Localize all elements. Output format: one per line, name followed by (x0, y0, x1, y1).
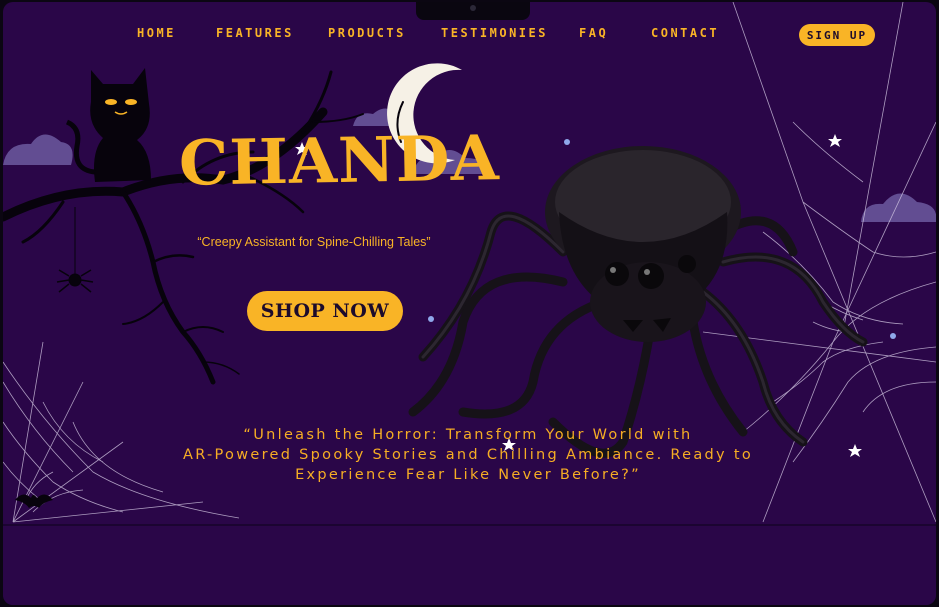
nav-products[interactable]: Products (328, 26, 406, 40)
nav-home[interactable]: Home (137, 26, 176, 40)
top-navigation: Home Features Products Testimonies FAQ C… (3, 24, 936, 48)
hero-description-line: AR-Powered Spooky Stories and Chilling A… (182, 447, 753, 463)
tree-branch (3, 70, 404, 385)
camera-notch (416, 2, 530, 20)
nav-contact[interactable]: Contact (651, 26, 719, 40)
small-spider-icon (56, 207, 94, 293)
hero-tagline: “Creepy Assistant for Spine-Chilling Tal… (197, 235, 431, 249)
camera-dot (470, 5, 476, 11)
hero-illustration (3, 2, 936, 605)
cat-icon (65, 68, 151, 182)
hero-description: “Unleash the Horror: Transform Your Worl… (153, 425, 783, 485)
brand-title: CHANDA (178, 121, 501, 200)
next-section (3, 524, 936, 605)
nav-faq[interactable]: FAQ (579, 26, 608, 40)
shop-now-button[interactable]: SHOP NOW (247, 291, 403, 331)
hero-description-line: Experience Fear Like Never Before?” (295, 467, 641, 483)
nav-testimonies[interactable]: Testimonies (441, 26, 548, 40)
nav-features[interactable]: Features (216, 26, 294, 40)
hero-description-line: “Unleash the Horror: Transform Your Worl… (243, 427, 693, 443)
sign-up-button[interactable]: Sign up (799, 24, 875, 46)
browser-frame: Home Features Products Testimonies FAQ C… (3, 2, 936, 605)
